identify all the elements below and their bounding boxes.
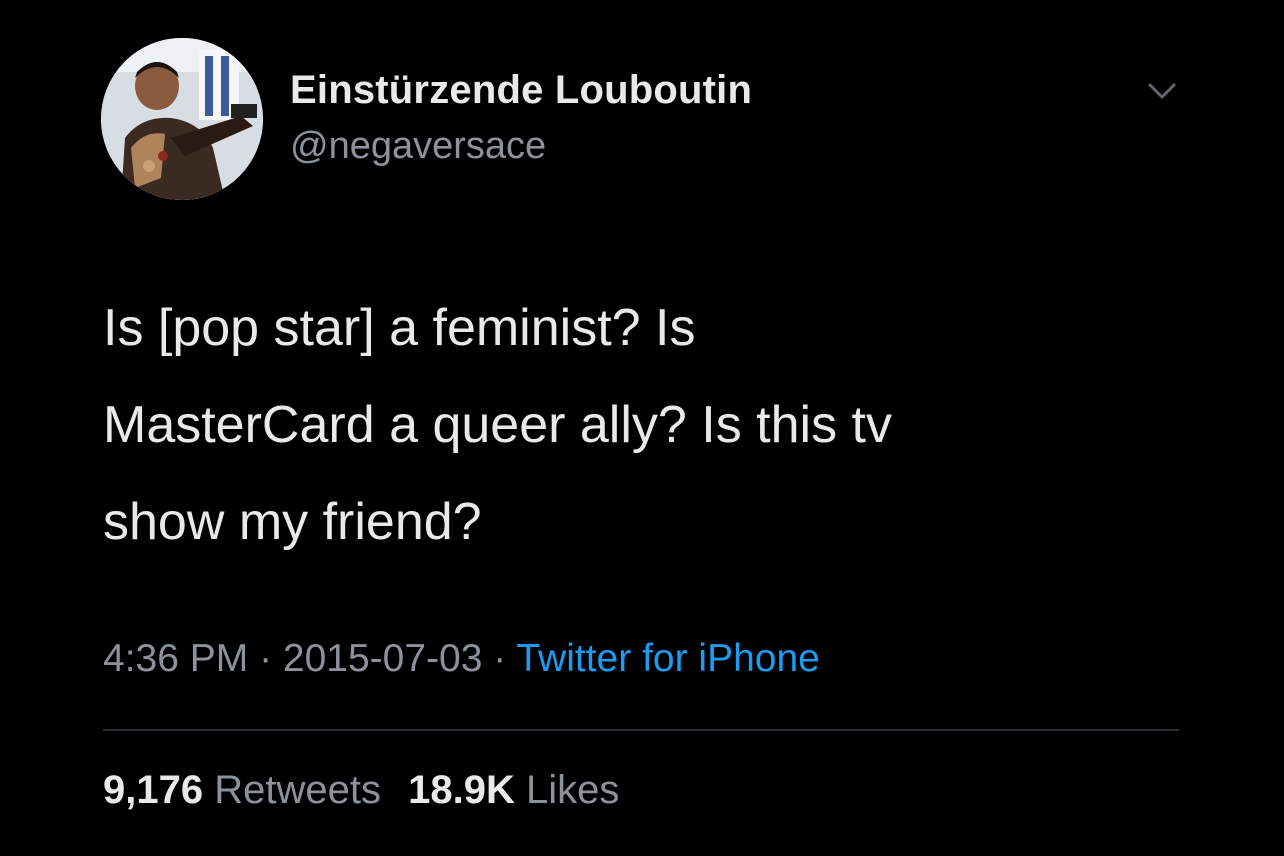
chevron-down-icon — [1148, 83, 1176, 99]
author-handle[interactable]: @negaversace — [290, 125, 546, 168]
tweet-meta: 4:36 PM · 2015-07-03 · Twitter for iPhon… — [103, 637, 820, 681]
tweet-date[interactable]: 2015-07-03 — [283, 637, 483, 680]
retweets-count: 9,176 — [103, 768, 204, 812]
more-options-button[interactable] — [1140, 76, 1184, 106]
tweet-source-link[interactable]: Twitter for iPhone — [516, 637, 819, 680]
likes-count: 18.9K — [408, 768, 515, 812]
tweet-time[interactable]: 4:36 PM — [103, 637, 248, 680]
avatar[interactable] — [101, 38, 263, 200]
divider — [103, 729, 1179, 731]
likes-stat[interactable]: 18.9K Likes — [408, 768, 619, 812]
meta-separator: · — [248, 637, 283, 680]
likes-label: Likes — [525, 768, 620, 812]
retweets-stat[interactable]: 9,176 Retweets — [103, 768, 381, 812]
meta-separator: · — [482, 637, 517, 680]
avatar-photo-icon — [101, 38, 263, 200]
author-display-name[interactable]: Einstürzende Louboutin — [290, 68, 752, 113]
retweets-label: Retweets — [214, 768, 381, 812]
tweet-text: Is [pop star] a feminist? Is MasterCard … — [103, 299, 892, 551]
tweet-stats: 9,176 Retweets 18.9K Likes — [103, 768, 619, 813]
tweet-detail: Einstürzende Louboutin @negaversace Is [… — [0, 0, 1284, 856]
